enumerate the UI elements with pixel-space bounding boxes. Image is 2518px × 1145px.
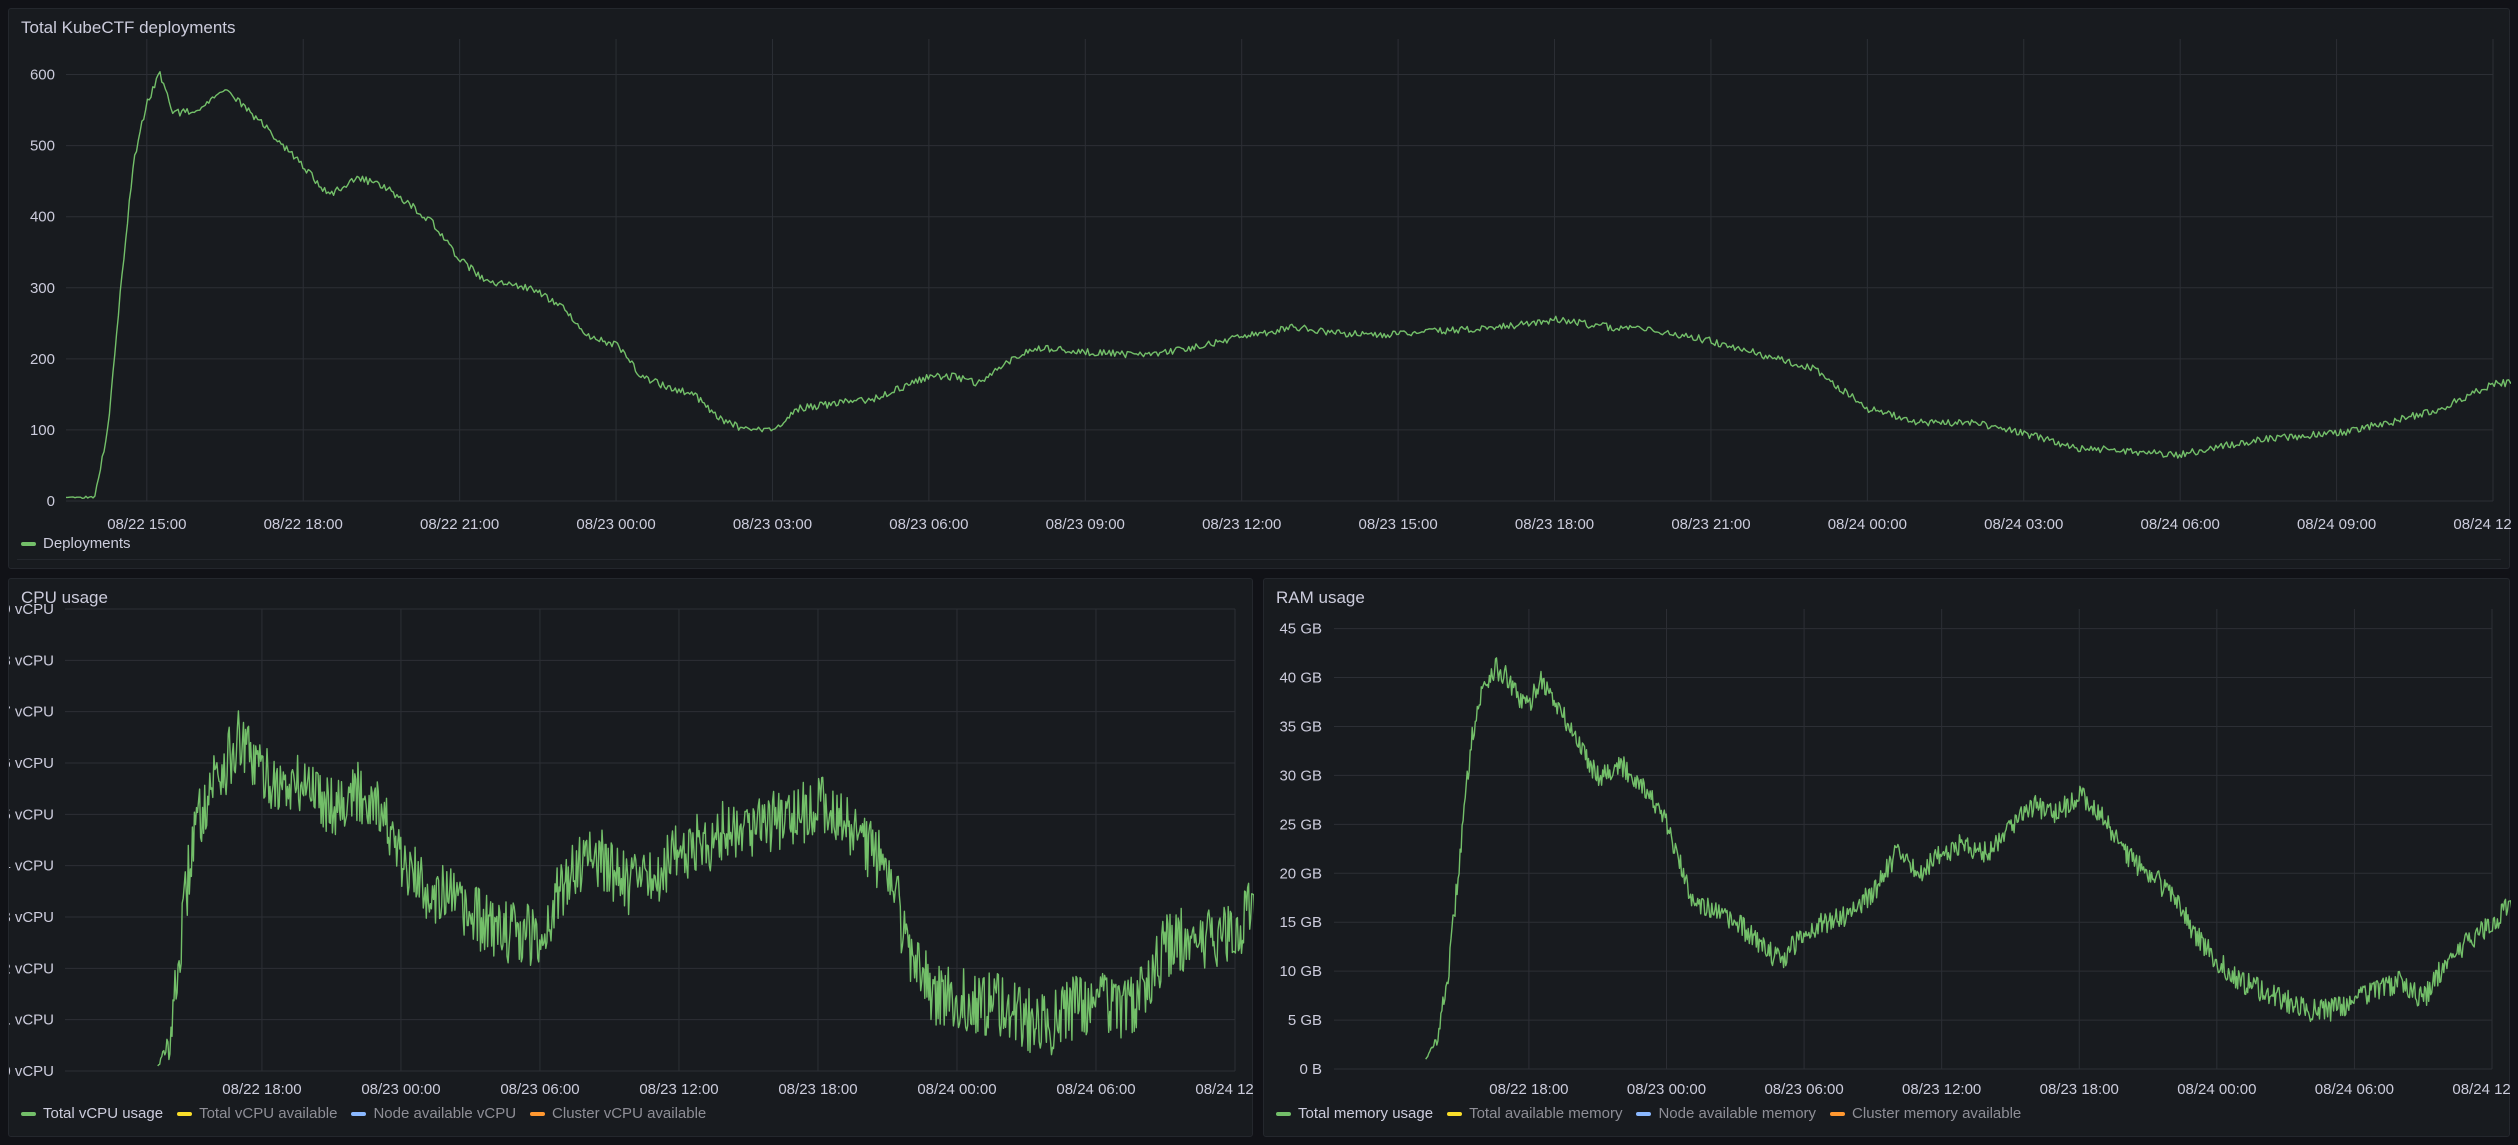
legend: Deployments bbox=[21, 535, 131, 552]
deployments-chart: 0 100 200 300 400 500 600 08/22 15:00 08/22 18:0… bbox=[30, 39, 2511, 533]
legend-item[interactable]: Deployments bbox=[21, 535, 131, 552]
cpu-panel: CPU usage 0 vCPU1 vCPU2 vCPU3 vCPU4 vCPU… bbox=[8, 578, 1254, 1137]
legend: Total vCPU usage Total vCPU available Node… bbox=[21, 1105, 706, 1122]
legend-item[interactable]: Total memory usage bbox=[1276, 1105, 1433, 1122]
x-tick-label: 08/24 09:00 bbox=[2297, 516, 2376, 533]
y-tick-label: 30 GB bbox=[1279, 767, 1322, 784]
x-tick-label: 08/24 06:00 bbox=[2141, 516, 2220, 533]
x-tick-label: 08/24 00:00 bbox=[917, 1081, 996, 1098]
y-tick-label: 10 GB bbox=[1279, 963, 1322, 980]
legend-label: Total available memory bbox=[1469, 1105, 1623, 1122]
y-tick-label: 500 bbox=[30, 138, 55, 155]
legend-swatch bbox=[530, 1111, 546, 1116]
y-tick-label: 2 vCPU bbox=[9, 960, 54, 977]
legend-item[interactable]: Cluster memory available bbox=[1830, 1105, 2021, 1122]
y-tick-label: 0 bbox=[47, 493, 55, 510]
y-tick-label: 5 GB bbox=[1288, 1012, 1322, 1029]
legend-swatch bbox=[1636, 1111, 1652, 1116]
y-tick-label: 45 GB bbox=[1279, 621, 1322, 638]
legend-label: Node available memory bbox=[1658, 1105, 1817, 1122]
y-tick-label: 20 GB bbox=[1279, 865, 1322, 882]
legend-swatch bbox=[1830, 1111, 1846, 1116]
y-tick-label: 35 GB bbox=[1279, 718, 1322, 735]
legend-swatch bbox=[351, 1111, 367, 1116]
x-tick-label: 08/23 12:00 bbox=[1902, 1081, 1981, 1098]
legend: Total memory usage Total available memory… bbox=[1276, 1105, 2021, 1122]
y-tick-label: 6 vCPU bbox=[9, 755, 54, 772]
x-tick-label: 08/24 06:00 bbox=[2315, 1081, 2394, 1098]
y-tick-label: 7 vCPU bbox=[9, 704, 54, 721]
y-tick-label: 15 GB bbox=[1279, 914, 1322, 931]
x-tick-label: 08/23 00:00 bbox=[576, 516, 655, 533]
y-tick-label: 600 bbox=[30, 67, 55, 84]
y-tick-label: 5 vCPU bbox=[9, 806, 54, 823]
legend-label: Total memory usage bbox=[1298, 1105, 1434, 1122]
legend-label: Deployments bbox=[43, 535, 131, 552]
x-tick-label: 08/23 09:00 bbox=[1046, 516, 1125, 533]
x-tick-label: 08/23 06:00 bbox=[1764, 1081, 1843, 1098]
x-tick-label: 08/23 00:00 bbox=[1627, 1081, 1706, 1098]
series-line bbox=[157, 710, 1254, 1067]
y-tick-label: 1 vCPU bbox=[9, 1012, 54, 1029]
legend-item[interactable]: Node available vCPU bbox=[351, 1105, 516, 1122]
x-tick-label: 08/23 18:00 bbox=[778, 1081, 857, 1098]
x-tick-label: 08/24 03:00 bbox=[1984, 516, 2063, 533]
series-line bbox=[66, 71, 2511, 499]
x-tick-label: 08/24 12:00 bbox=[2452, 1081, 2511, 1098]
ram-panel: RAM usage 0 B5 GB 10 GB 15 GB 20 GB 25 GB 30 … bbox=[1263, 578, 2511, 1137]
legend-swatch bbox=[1276, 1111, 1291, 1116]
x-tick-label: 08/24 00:00 bbox=[2177, 1081, 2256, 1098]
x-tick-label: 08/23 00:00 bbox=[361, 1081, 440, 1098]
y-tick-label: 9 vCPU bbox=[9, 601, 54, 618]
x-tick-label: 08/23 03:00 bbox=[733, 516, 812, 533]
x-tick-label: 08/24 00:00 bbox=[1828, 516, 1907, 533]
y-tick-label: 25 GB bbox=[1279, 816, 1322, 833]
legend-item[interactable]: Cluster vCPU available bbox=[530, 1105, 706, 1122]
legend-item[interactable]: Total vCPU available bbox=[177, 1105, 337, 1122]
x-tick-label: 08/22 18:00 bbox=[264, 516, 343, 533]
y-tick-label: 0 B bbox=[1299, 1061, 1322, 1078]
y-tick-label: 8 vCPU bbox=[9, 652, 54, 669]
y-tick-label: 400 bbox=[30, 209, 55, 226]
series-line bbox=[1425, 657, 2511, 1060]
legend-label: Cluster vCPU available bbox=[552, 1105, 707, 1122]
legend-label: Cluster memory available bbox=[1852, 1105, 2022, 1122]
x-tick-label: 08/23 15:00 bbox=[1358, 516, 1437, 533]
legend-swatch bbox=[1447, 1111, 1463, 1116]
legend-label: Node available vCPU bbox=[373, 1105, 517, 1122]
x-tick-label: 08/23 18:00 bbox=[1515, 516, 1594, 533]
x-tick-label: 08/23 21:00 bbox=[1671, 516, 1750, 533]
y-tick-label: 300 bbox=[30, 280, 55, 297]
y-tick-label: 3 vCPU bbox=[9, 909, 54, 926]
x-tick-label: 08/24 12:00 bbox=[1195, 1081, 1254, 1098]
x-tick-label: 08/23 12:00 bbox=[639, 1081, 718, 1098]
deployments-panel: Total KubeCTF deployments 0 100 200 300 400 5… bbox=[8, 8, 2511, 569]
x-tick-label: 08/23 06:00 bbox=[889, 516, 968, 533]
x-tick-label: 08/23 06:00 bbox=[500, 1081, 579, 1098]
y-tick-label: 4 vCPU bbox=[9, 858, 54, 875]
legend-divider bbox=[17, 559, 2501, 560]
y-tick-label: 0 vCPU bbox=[9, 1063, 54, 1080]
x-tick-label: 08/22 21:00 bbox=[420, 516, 499, 533]
legend-swatch bbox=[21, 541, 36, 546]
y-tick-label: 40 GB bbox=[1279, 670, 1322, 687]
x-tick-label: 08/23 12:00 bbox=[1202, 516, 1281, 533]
legend-label: Total vCPU available bbox=[199, 1105, 338, 1122]
y-tick-label: 200 bbox=[30, 351, 55, 368]
x-tick-label: 08/24 12:00 bbox=[2453, 516, 2511, 533]
legend-swatch bbox=[177, 1111, 193, 1116]
ram-chart: 0 B 5 GB 10 GB 15 GB 20 GB 25 GB 30 GB 35 GB 40 … bbox=[1279, 609, 2511, 1098]
legend-item[interactable]: Node available memory bbox=[1636, 1105, 1816, 1122]
x-tick-label: 08/22 15:00 bbox=[107, 516, 186, 533]
x-tick-label: 08/24 06:00 bbox=[1056, 1081, 1135, 1098]
x-tick-label: 08/22 18:00 bbox=[222, 1081, 301, 1098]
y-tick-label: 100 bbox=[30, 422, 55, 439]
x-tick-label: 08/23 18:00 bbox=[2040, 1081, 2119, 1098]
cpu-chart: 0 vCPU 1 vCPU 2 vCPU 3 vCPU 4 vCPU 5 vCPU 6 vC… bbox=[9, 601, 1254, 1098]
x-tick-label: 08/22 18:00 bbox=[1489, 1081, 1568, 1098]
legend-swatch bbox=[21, 1111, 36, 1116]
legend-item[interactable]: Total vCPU usage bbox=[21, 1105, 163, 1122]
legend-item[interactable]: Total available memory bbox=[1447, 1105, 1622, 1122]
legend-label: Total vCPU usage bbox=[43, 1105, 164, 1122]
